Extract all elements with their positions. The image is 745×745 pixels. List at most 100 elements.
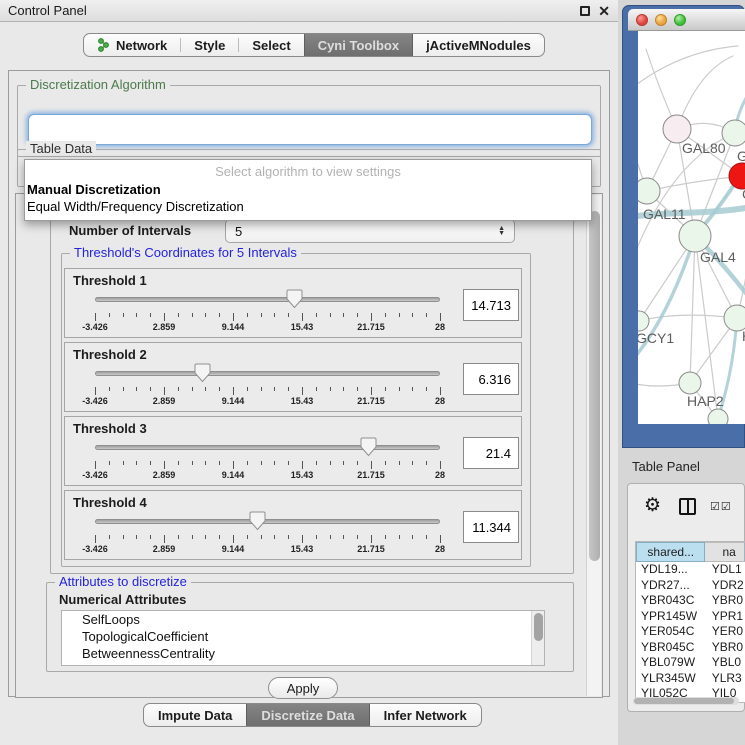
algorithm-combo-focused[interactable]	[28, 114, 592, 145]
cell-name: YLR3	[706, 671, 745, 687]
popup-option-manual-discretization[interactable]: Manual Discretization	[25, 182, 591, 197]
apply-button-label: Apply	[287, 681, 320, 696]
network-node-gal11[interactable]	[638, 178, 660, 204]
tab-style[interactable]: Style	[181, 34, 238, 56]
threshold-slider[interactable]: -3.4262.8599.14415.4321.71528	[95, 363, 440, 409]
network-node-hap2[interactable]	[679, 372, 701, 394]
list-scrollbar-thumb[interactable]	[534, 613, 543, 641]
node-label: GAL4	[700, 249, 736, 265]
number-of-intervals-label: Number of Intervals	[69, 223, 191, 238]
slider-track[interactable]	[95, 445, 440, 450]
split-columns-icon[interactable]	[679, 498, 696, 515]
network-node[interactable]	[708, 409, 728, 424]
list-scrollbar[interactable]	[531, 611, 544, 665]
slider-thumb[interactable]	[360, 437, 377, 457]
panel-scrollbar-thumb[interactable]	[589, 211, 600, 561]
table-row[interactable]: YBR043CYBR0	[636, 593, 745, 609]
column-header-name[interactable]: na	[705, 542, 745, 562]
threshold-panel-3: Threshold 3-3.4262.8599.14415.4321.71528	[64, 416, 522, 486]
slider-track[interactable]	[95, 371, 440, 376]
table-panel-toolbar: ⚙ ☑☑	[628, 492, 744, 520]
table-row[interactable]: YBL079WYBL0	[636, 655, 745, 671]
cell-shared-name: YBR043C	[636, 593, 706, 609]
mac-close-button[interactable]	[636, 14, 648, 26]
tab-select-label: Select	[252, 38, 290, 53]
attribute-list-item[interactable]: TopologicalCoefficient	[62, 628, 544, 645]
tab-select[interactable]: Select	[239, 34, 303, 56]
slider-thumb[interactable]	[249, 511, 266, 531]
node-label: HAP2	[687, 393, 724, 409]
network-node-gcy1[interactable]	[638, 311, 649, 331]
gear-icon[interactable]: ⚙	[644, 496, 661, 516]
numerical-attributes-label: Numerical Attributes	[59, 592, 186, 607]
number-of-intervals-combo[interactable]: 5 ▲ ▼	[225, 219, 515, 243]
cell-shared-name: YDR27...	[636, 578, 706, 594]
table-row[interactable]: YLR345WYLR3	[636, 671, 745, 687]
close-icon[interactable]: ✕	[598, 3, 610, 20]
tab-cyni-toolbox-label: Cyni Toolbox	[318, 38, 399, 53]
cell-shared-name: YPR145W	[636, 609, 706, 625]
tab-cyni-toolbox[interactable]: Cyni Toolbox	[304, 34, 413, 56]
slider-scale-labels: -3.4262.8599.14415.4321.71528	[95, 322, 440, 333]
column-header-shared-name[interactable]: shared...	[636, 542, 705, 562]
panel-scrollbar[interactable]	[586, 195, 601, 696]
popup-option-equal-width-frequency[interactable]: Equal Width/Frequency Discretization	[25, 199, 591, 214]
threshold-label: Threshold 3	[73, 421, 147, 436]
tab-network-label: Network	[116, 38, 167, 53]
cell-name: YBR0	[706, 640, 745, 656]
slider-thumb[interactable]	[286, 289, 303, 309]
table-row[interactable]: YPR145WYPR1	[636, 609, 745, 625]
settings-scrollpane: Interval Definition Number of Intervals …	[15, 193, 603, 698]
table-header-row: shared... na	[636, 542, 745, 562]
threshold-value-input[interactable]	[463, 289, 519, 321]
threshold-value-input[interactable]	[463, 511, 519, 543]
network-canvas[interactable]: GAL80GCGAL11GAL4GCY1HHAP2	[638, 31, 745, 424]
network-view-window: GAL80GCGAL11GAL4GCY1HHAP2	[622, 5, 745, 448]
mac-minimize-button[interactable]	[655, 14, 667, 26]
table-row[interactable]: YDR27...YDR2	[636, 578, 745, 594]
cell-shared-name: YLR345W	[636, 671, 706, 687]
network-node-gal80[interactable]	[663, 115, 691, 143]
slider-track[interactable]	[95, 519, 440, 524]
attributes-to-discretize-title: Attributes to discretize	[55, 574, 191, 589]
threshold-slider[interactable]: -3.4262.8599.14415.4321.71528	[95, 289, 440, 335]
slider-scale-labels: -3.4262.8599.14415.4321.71528	[95, 396, 440, 407]
tab-impute-data[interactable]: Impute Data	[144, 704, 246, 726]
slider-thumb[interactable]	[194, 363, 211, 383]
tab-jactivemnodules-label: jActiveMNodules	[426, 38, 531, 53]
table-row[interactable]: YBR045CYBR0	[636, 640, 745, 656]
cell-name: YBL0	[706, 655, 745, 671]
threshold-slider[interactable]: -3.4262.8599.14415.4321.71528	[95, 511, 440, 557]
threshold-value-input[interactable]	[463, 363, 519, 395]
combo-stepper-icon[interactable]: ▲ ▼	[498, 226, 505, 236]
slider-track[interactable]	[95, 297, 440, 302]
tab-discretize-data[interactable]: Discretize Data	[246, 704, 369, 726]
tab-jactivemnodules[interactable]: jActiveMNodules	[413, 34, 544, 56]
numerical-attributes-list[interactable]: SelfLoopsTopologicalCoefficientBetweenne…	[61, 610, 545, 666]
checkbox-icons[interactable]: ☑☑	[710, 500, 732, 513]
table-horizontal-scrollbar[interactable]	[633, 697, 739, 705]
cell-name: YPR1	[706, 609, 745, 625]
apply-button[interactable]: Apply	[268, 677, 338, 699]
slider-ticks	[95, 535, 440, 544]
slider-ticks	[95, 313, 440, 322]
threshold-slider[interactable]: -3.4262.8599.14415.4321.71528	[95, 437, 440, 483]
mac-zoom-button[interactable]	[674, 14, 686, 26]
table-row[interactable]: YER054CYER0	[636, 624, 745, 640]
node-label: GAL11	[643, 206, 686, 222]
node-table: shared... na YDL19...YDL1YDR27...YDR2YBR…	[635, 541, 745, 703]
tab-network[interactable]: Network	[84, 34, 180, 56]
table-hscrollbar-thumb[interactable]	[634, 698, 734, 704]
tab-infer-network-label: Infer Network	[384, 708, 467, 723]
slider-ticks	[95, 387, 440, 396]
network-node-gal4[interactable]	[679, 220, 711, 252]
table-panel: ⚙ ☑☑ shared... na YDL19...YDL1YDR27...YD…	[627, 483, 745, 712]
attribute-list-item[interactable]: SelfLoops	[62, 611, 544, 628]
table-row[interactable]: YDL19...YDL1	[636, 562, 745, 578]
number-of-intervals-value: 5	[235, 224, 242, 239]
attribute-list-item[interactable]: BetweennessCentrality	[62, 645, 544, 662]
float-window-icon[interactable]	[580, 6, 590, 16]
node-label: G	[737, 148, 745, 164]
tab-infer-network[interactable]: Infer Network	[370, 704, 481, 726]
threshold-value-input[interactable]	[463, 437, 519, 469]
